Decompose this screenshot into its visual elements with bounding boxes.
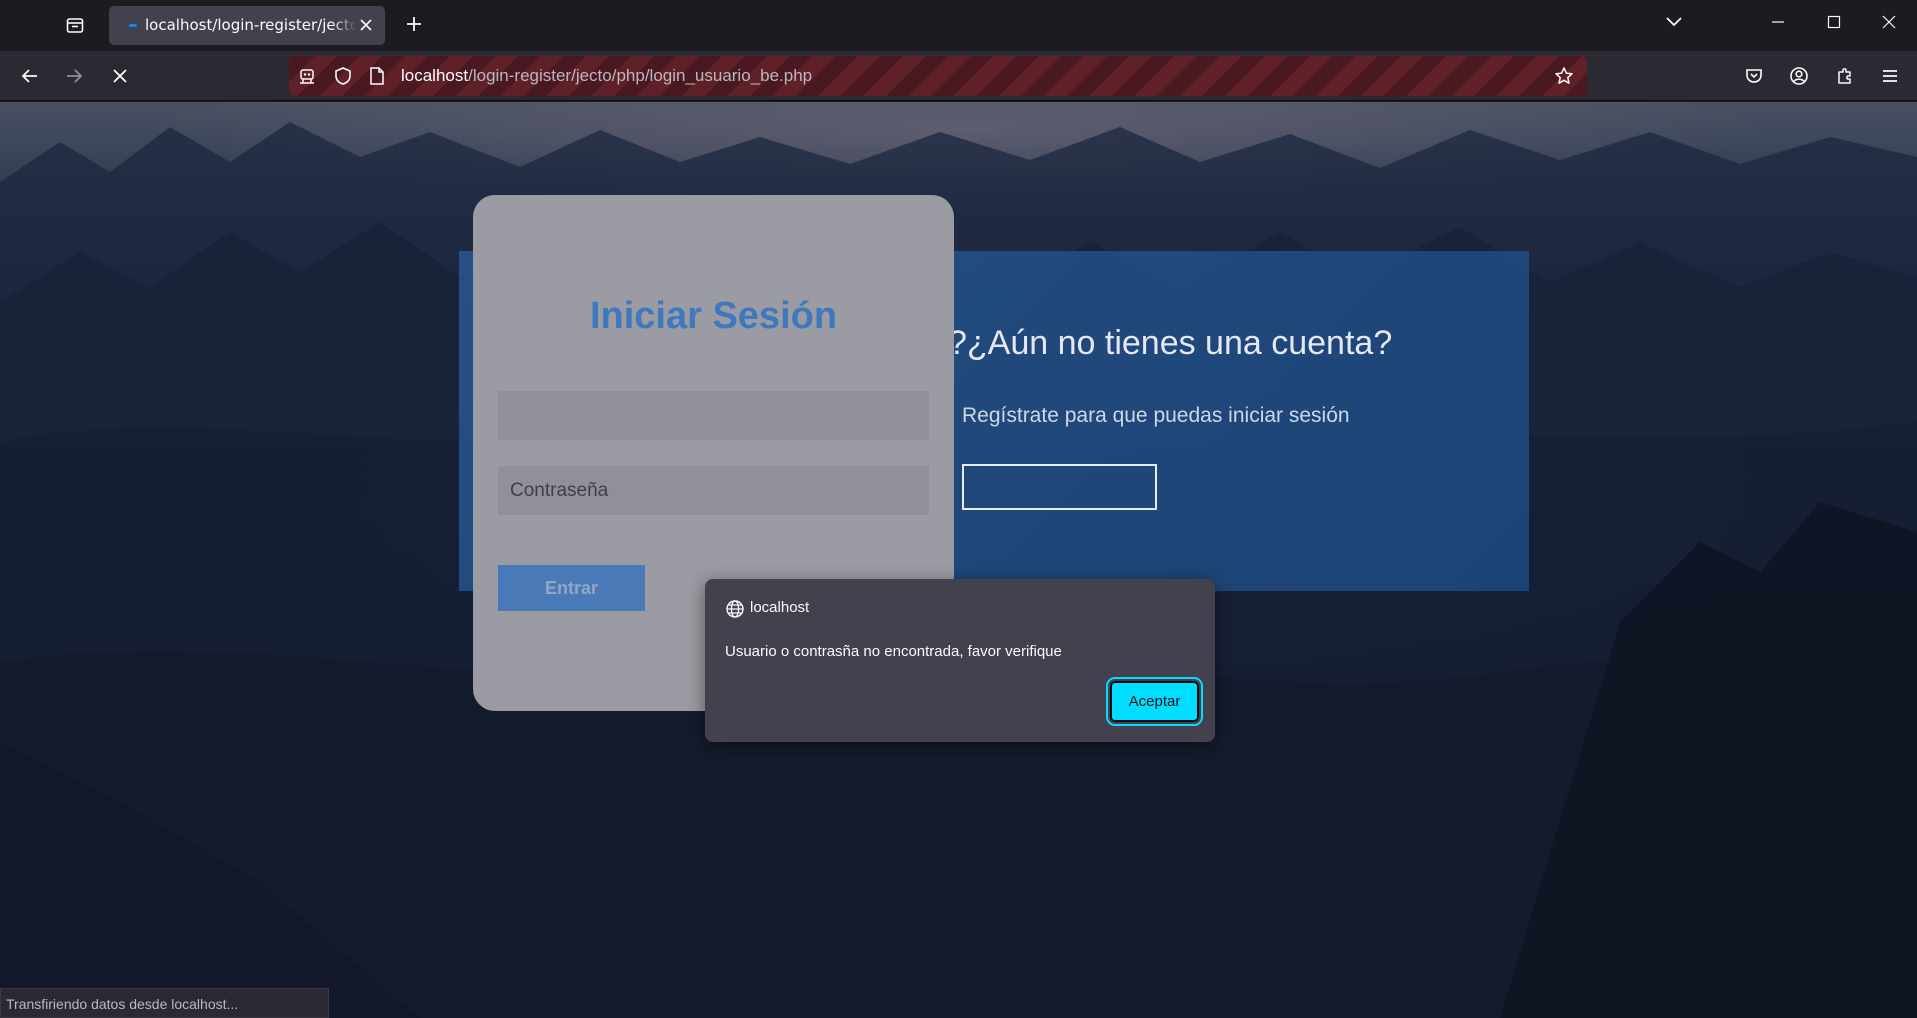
dialog-message: Usuario o contrasña no encontrada, favor… [725,643,1062,660]
url-bar[interactable]: localhost/login-register/jecto/php/login… [289,56,1587,96]
login-title: Iniciar Sesión [589,295,838,337]
list-all-tabs-chevron-down-icon[interactable] [1646,0,1702,44]
register-button[interactable] [962,464,1157,510]
page-icon[interactable] [365,64,389,88]
register-subtitle: Regístrate para que puedas iniciar sesió… [962,404,1350,427]
register-title: ?¿Aún no tienes una cuenta? [948,324,1393,362]
forward-arrow-right-icon[interactable] [58,60,90,92]
robot-icon[interactable] [295,64,319,88]
alert-dialog: localhost Usuario o contrasña no encontr… [705,579,1215,742]
dialog-origin: localhost [750,599,810,616]
shield-icon[interactable] [331,64,355,88]
tab-title: localhost/login-register/jecto/p [145,16,357,34]
back-arrow-left-icon[interactable] [14,60,46,92]
active-tab[interactable]: localhost/login-register/jecto/p [109,6,385,45]
tab-strip: localhost/login-register/jecto/p [0,0,1917,51]
maximize-icon[interactable] [1806,0,1862,44]
email-field[interactable] [498,391,929,440]
minimize-icon[interactable] [1750,0,1806,44]
new-tab-plus-icon[interactable] [398,8,430,40]
status-bar: Transfiriendo datos desde localhost... [0,988,329,1018]
tab-list-icon[interactable] [60,10,90,40]
bookmark-star-icon[interactable] [1552,64,1576,88]
tab-close-icon[interactable] [355,14,377,36]
password-field[interactable] [498,466,929,515]
hamburger-menu-icon[interactable] [1874,60,1906,92]
url-text: localhost/login-register/jecto/php/login… [401,66,812,86]
extensions-puzzle-icon[interactable] [1829,60,1861,92]
stop-icon[interactable] [104,60,136,92]
page-content: ?¿Aún no tienes una cuenta? Regístrate p… [0,102,1917,1018]
navigation-toolbar: localhost/login-register/jecto/php/login… [0,51,1917,101]
account-icon[interactable] [1783,60,1815,92]
accept-button[interactable]: Aceptar [1106,677,1203,726]
tab-loading-indicator [129,24,137,27]
url-path: /login-register/jecto/php/login_usuario_… [468,66,813,85]
globe-icon [725,599,745,619]
login-submit-button[interactable]: Entrar [498,565,645,611]
url-host: localhost [401,66,469,85]
pocket-icon[interactable] [1738,60,1770,92]
close-window-icon[interactable] [1861,0,1917,44]
